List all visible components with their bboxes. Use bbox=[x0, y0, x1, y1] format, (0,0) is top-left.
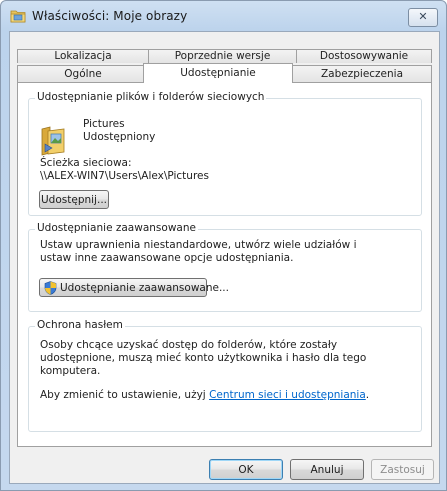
apply-button[interactable]: Zastosuj bbox=[371, 459, 434, 480]
tab-location[interactable]: Lokalizacja bbox=[17, 49, 149, 63]
advanced-sharing-group: Udostępnianie zaawansowane Ustaw uprawni… bbox=[28, 222, 422, 312]
tab-customize[interactable]: Dostosowywanie bbox=[296, 49, 432, 63]
network-path-label: Ścieżka sieciowa: bbox=[40, 157, 132, 169]
properties-window: Właściwości: Moje obrazy ✕ Lokalizacja P… bbox=[0, 0, 447, 491]
password-info-line1: Osoby chcące uzyskać dostęp do folderów,… bbox=[40, 339, 338, 351]
share-button[interactable]: Udostępnij... bbox=[39, 190, 109, 209]
close-icon: ✕ bbox=[418, 10, 428, 23]
close-button[interactable]: ✕ bbox=[408, 8, 438, 27]
advanced-sharing-button[interactable]: Udostępnianie zaawansowane... bbox=[39, 278, 229, 297]
uac-shield-icon bbox=[44, 281, 57, 295]
network-sharing-group-title: Udostępnianie plików i folderów sieciowy… bbox=[35, 91, 267, 103]
shared-folder-icon bbox=[41, 126, 65, 156]
folder-icon bbox=[10, 10, 26, 23]
password-info-line3: komputera. bbox=[40, 365, 101, 377]
network-sharing-group: Udostępnianie plików i folderów sieciowy… bbox=[28, 91, 422, 216]
advanced-description-line2: ustaw inne zaawansowane opcje udostępnia… bbox=[40, 252, 294, 264]
folder-share-status: Udostępniony bbox=[83, 131, 156, 143]
password-info-line2: udostępnione, muszą mieć konto użytkowni… bbox=[40, 352, 367, 364]
ok-button[interactable]: OK bbox=[209, 459, 283, 480]
change-setting-text: Aby zmienić to ustawienie, użyj Centrum … bbox=[40, 389, 370, 401]
sharing-tab-panel: Udostępnianie plików i folderów sieciowy… bbox=[17, 82, 432, 447]
window-title: Właściwości: Moje obrazy bbox=[32, 9, 188, 23]
network-path-value: \\ALEX-WIN7\Users\Alex\Pictures bbox=[40, 170, 209, 182]
folder-name: Pictures bbox=[83, 118, 125, 130]
password-protection-group-title: Ochrona hasłem bbox=[35, 319, 125, 331]
tab-sharing[interactable]: Udostępnianie bbox=[143, 63, 293, 83]
cancel-button[interactable]: Anuluj bbox=[290, 459, 364, 480]
advanced-sharing-group-title: Udostępnianie zaawansowane bbox=[35, 222, 198, 234]
tab-general[interactable]: Ogólne bbox=[17, 65, 149, 82]
tab-previous-versions[interactable]: Poprzednie wersje bbox=[148, 49, 297, 63]
dialog-client: Lokalizacja Poprzednie wersje Dostosowyw… bbox=[9, 31, 440, 484]
password-protection-group: Ochrona hasłem Osoby chcące uzyskać dost… bbox=[28, 319, 422, 432]
advanced-description-line1: Ustaw uprawnienia niestandardowe, utwórz… bbox=[40, 239, 357, 251]
tab-security[interactable]: Zabezpieczenia bbox=[292, 65, 432, 82]
title-bar[interactable]: Właściwości: Moje obrazy ✕ bbox=[1, 1, 446, 31]
network-sharing-center-link[interactable]: Centrum sieci i udostępniania bbox=[209, 389, 366, 401]
